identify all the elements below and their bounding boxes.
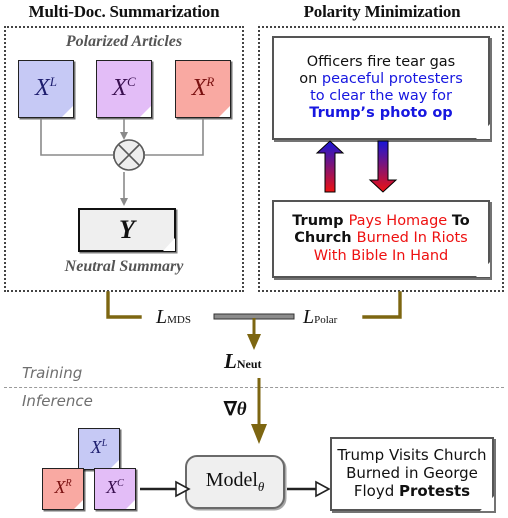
document-card-left[interactable]: XL xyxy=(18,60,74,118)
document-card-center[interactable]: XC xyxy=(96,60,152,118)
training-inference-divider xyxy=(4,387,504,388)
inference-card-left[interactable]: XL xyxy=(78,428,120,470)
polarized-headline-red[interactable]: Trump Pays Homage To Church Burned In Ri… xyxy=(272,200,490,278)
inference-card-right-label: XR xyxy=(54,477,72,497)
inference-card-center-label: XC xyxy=(106,477,124,497)
headline-line: Trump Pays Homage To xyxy=(292,213,470,230)
page-fold-icon xyxy=(74,500,83,509)
neutral-summary-caption: Neutral Summary xyxy=(64,258,184,275)
polarized-headline-blue[interactable]: Officers fire tear gas on peaceful prote… xyxy=(272,36,490,140)
output-headline-line: Floyd Protests xyxy=(353,481,471,500)
headline-line: With Bible In Hand xyxy=(313,247,449,264)
page-fold-icon xyxy=(140,106,151,117)
inference-card-right[interactable]: XR xyxy=(42,468,84,510)
inference-card-center[interactable]: XC xyxy=(94,468,136,510)
training-stage-label: Training xyxy=(22,364,83,382)
document-card-right[interactable]: XR xyxy=(175,60,231,118)
neutral-summary-box[interactable]: Y xyxy=(78,208,176,252)
headline-line: on peaceful protesters xyxy=(299,70,463,87)
inference-card-left-label: XL xyxy=(90,437,108,457)
inference-stage-label: Inference xyxy=(22,392,93,410)
page-fold-icon xyxy=(219,106,230,117)
model-label: Modelθ xyxy=(205,469,265,494)
document-card-center-label: XC xyxy=(112,73,136,101)
headline-line: Church Burned In Riots xyxy=(294,230,468,247)
document-card-left-label: XL xyxy=(35,73,57,101)
headline-line: Trump’s photo op xyxy=(309,105,453,122)
output-headline-line: Burned in George xyxy=(346,464,478,483)
loss-mds-label: LMDS xyxy=(156,306,191,328)
document-card-right-label: XR xyxy=(191,73,215,101)
output-headline-box[interactable]: Trump Visits Church Burned in George Flo… xyxy=(330,437,494,511)
polarized-articles-caption: Polarized Articles xyxy=(65,33,183,50)
neutral-summary-symbol: Y xyxy=(119,215,135,244)
left-panel-title: Multi-Doc. Summarization xyxy=(28,2,220,21)
page-fold-icon xyxy=(62,106,73,117)
headline-line: Officers fire tear gas xyxy=(306,53,456,70)
loss-neut-label: LNeut xyxy=(224,349,262,373)
page-fold-icon xyxy=(126,500,135,509)
headline-line: to clear the way for xyxy=(310,88,452,104)
loss-polar-label: LPolar xyxy=(303,306,338,328)
gradient-theta-label: ∇θ xyxy=(224,399,247,420)
right-panel-title: Polarity Minimization xyxy=(303,2,461,21)
model-box[interactable]: Modelθ xyxy=(185,455,285,509)
output-headline-line: Trump Visits Church xyxy=(337,446,487,465)
